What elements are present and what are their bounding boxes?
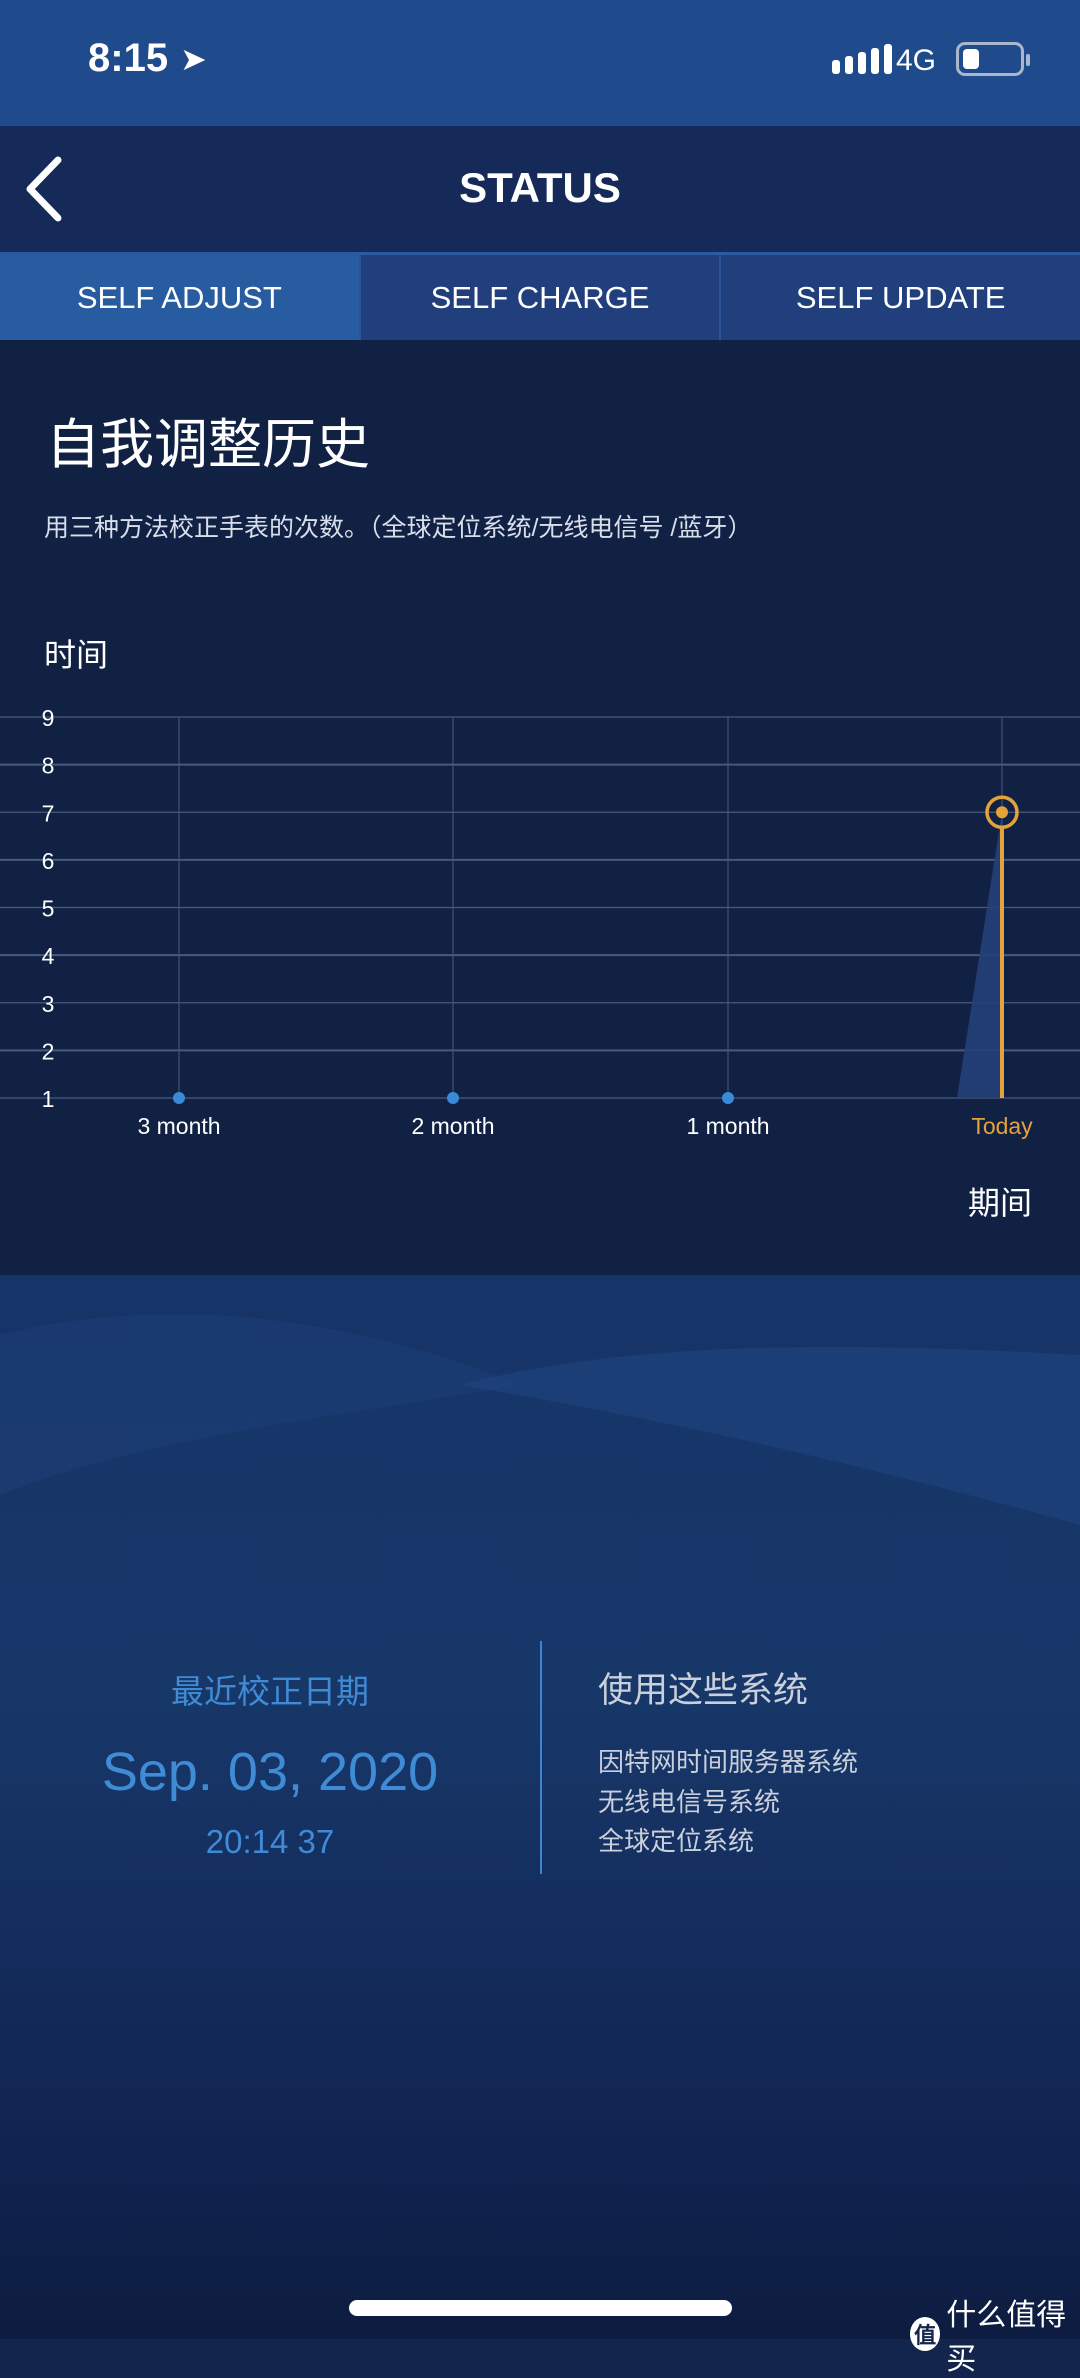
x-tick-label: 1 month [686, 1113, 769, 1139]
x-tick-label: 2 month [411, 1113, 494, 1139]
x-tick-label: 3 month [137, 1113, 220, 1139]
data-point [447, 1092, 459, 1104]
status-bar: 8:15 ➤ 4G [0, 0, 1080, 126]
network-type: 4G [896, 44, 937, 77]
section-subtitle: 用三种方法校正手表的次数。（全球定位系统/无线电信号 /蓝牙） [44, 514, 753, 542]
watermark-logo: 值什么值得买 [910, 2290, 1080, 2378]
section-title: 自我调整历史 [46, 415, 370, 475]
tab-self-update[interactable]: SELF UPDATE [719, 255, 1080, 340]
systems-title: 使用这些系统 [598, 1671, 809, 1710]
data-point [722, 1092, 734, 1104]
x-axis-label: 期间 [967, 1185, 1032, 1221]
clock: 8:15 [88, 36, 169, 80]
y-tick-label: 7 [42, 800, 55, 826]
y-tick-label: 2 [42, 1038, 55, 1064]
system-item: 因特网时间服务器系统 [598, 1747, 859, 1777]
page-title: STATUS [459, 164, 621, 211]
data-point [173, 1092, 185, 1104]
last-adjust-time: 20:14 37 [205, 1823, 335, 1860]
y-tick-label: 9 [42, 705, 55, 731]
x-tick-label: Today [971, 1113, 1033, 1139]
location-arrow-icon: ➤ [180, 41, 207, 77]
battery-icon [956, 42, 1030, 76]
wave-decoration [0, 1314, 1080, 1525]
adjust-history-section: 自我调整历史 用三种方法校正手表的次数。（全球定位系统/无线电信号 /蓝牙） 时… [0, 340, 1080, 1275]
y-tick-label: 3 [42, 991, 55, 1017]
nav-bar: STATUS [0, 126, 1080, 252]
tab-self-charge[interactable]: SELF CHARGE [358, 255, 720, 340]
system-item: 无线电信号系统 [598, 1787, 781, 1817]
last-adjust-label: 最近校正日期 [171, 1673, 369, 1710]
data-point [996, 806, 1008, 819]
home-indicator[interactable] [349, 2300, 732, 2316]
last-adjust-date: Sep. 03, 2020 [101, 1742, 439, 1802]
y-tick-label: 6 [42, 848, 55, 874]
y-tick-label: 8 [42, 753, 55, 779]
tab-bar: SELF ADJUST SELF CHARGE SELF UPDATE [0, 252, 1080, 340]
y-axis-label: 时间 [44, 637, 109, 673]
y-tick-label: 4 [42, 943, 55, 969]
system-item: 全球定位系统 [598, 1826, 755, 1856]
signal-icon [832, 44, 892, 74]
divider [540, 1641, 542, 1874]
y-tick-label: 5 [42, 896, 55, 922]
tab-self-adjust[interactable]: SELF ADJUST [0, 255, 359, 340]
y-tick-label: 1 [42, 1086, 55, 1112]
last-adjust-panel: 最近校正日期 Sep. 03, 2020 20:14 37 使用这些系统 因特网… [0, 1275, 1080, 2339]
watermark-icon: 值 [910, 2317, 941, 2351]
